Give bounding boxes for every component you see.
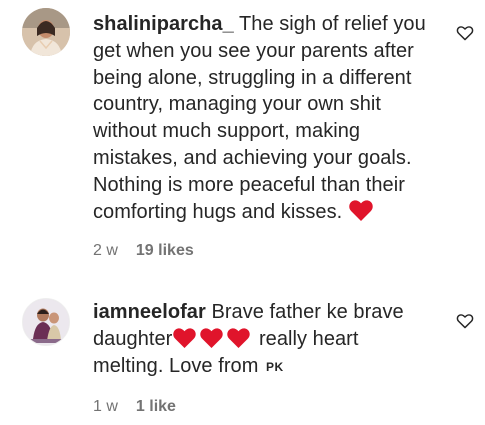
comment-item: shaliniparcha_ The sigh of relief you ge… — [0, 0, 485, 290]
comment-username[interactable]: shaliniparcha_ — [93, 13, 234, 35]
red-heart-emoji-icon — [227, 328, 251, 348]
avatar[interactable] — [22, 8, 70, 56]
red-heart-emoji-icon — [349, 199, 373, 221]
avatar[interactable] — [22, 298, 70, 346]
heart-outline-icon[interactable] — [456, 313, 474, 329]
comment-username[interactable]: iamneelofar — [93, 301, 206, 323]
comment-time[interactable]: 2 w — [93, 242, 118, 260]
comment-body: iamneelofar Brave father ke brave daught… — [93, 299, 423, 380]
comment-text: The sigh of relief you get when you see … — [93, 13, 426, 223]
comment-time[interactable]: 1 w — [93, 398, 118, 416]
red-heart-emoji-icon — [200, 328, 224, 348]
comment-meta: 1 w 1 like — [93, 398, 176, 416]
red-heart-emoji-icon — [173, 328, 197, 348]
avatar-image — [22, 8, 70, 56]
comment-likes[interactable]: 19 likes — [136, 242, 194, 260]
comment-item: iamneelofar Brave father ke brave daught… — [0, 290, 485, 425]
heart-outline-icon[interactable] — [456, 25, 474, 41]
pakistan-flag-emoji: PK — [266, 359, 284, 374]
comment-body: shaliniparcha_ The sigh of relief you ge… — [93, 11, 438, 225]
comment-likes[interactable]: 1 like — [136, 398, 176, 416]
avatar-image — [23, 299, 69, 345]
comment-meta: 2 w 19 likes — [93, 242, 194, 260]
